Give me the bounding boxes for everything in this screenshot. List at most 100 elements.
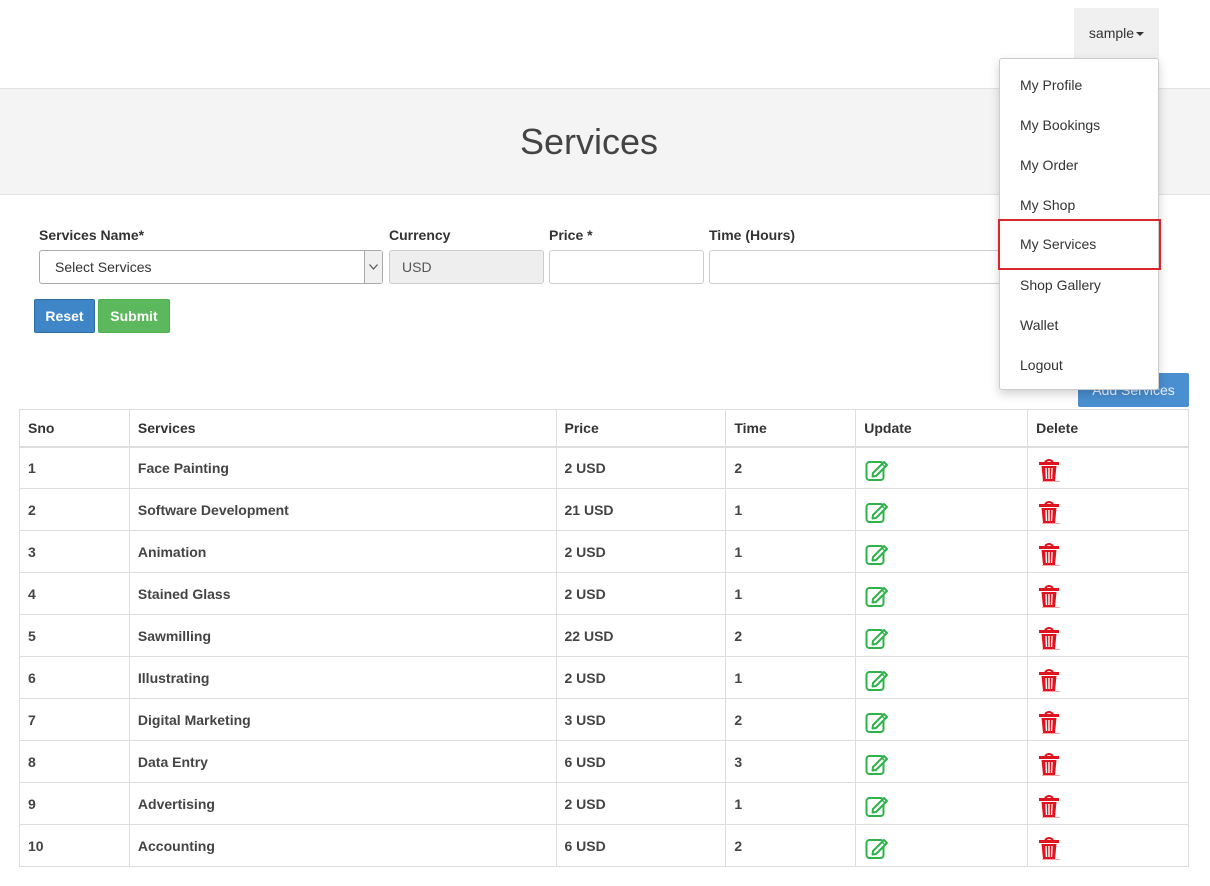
currency-label: Currency [389,227,451,243]
row-price: 6 USD [555,740,727,783]
time-field[interactable] [709,250,1009,284]
row-service-name: Face Painting [128,446,557,489]
menu-item-my-bookings[interactable]: My Bookings [1000,99,1158,139]
services-select-value: Select Services [55,259,152,275]
row-time: 1 [725,530,857,573]
edit-icon[interactable] [864,586,890,607]
edit-icon[interactable] [864,460,890,481]
trash-icon[interactable] [1036,500,1062,524]
edit-icon[interactable] [864,544,890,565]
menu-item-wallet[interactable]: Wallet [1000,299,1158,339]
row-service-name: Software Development [128,488,557,531]
row-service-name: Data Entry [128,740,557,783]
edit-icon[interactable] [864,754,890,775]
row-update-cell [855,614,1029,657]
services-name-label: Services Name* [39,227,145,243]
submit-button[interactable]: Submit [98,299,170,333]
row-time: 1 [725,488,857,531]
row-time: 1 [725,656,857,699]
row-service-name: Sawmilling [128,614,557,657]
row-time: 2 [725,614,857,657]
table-row: 10 Accounting 6 USD 2 [19,824,1189,867]
header-services: Services [128,409,557,448]
row-price: 21 USD [555,488,727,531]
trash-icon[interactable] [1036,542,1062,566]
menu-item-my-shop[interactable]: My Shop [1000,179,1158,219]
row-delete-cell [1027,656,1189,699]
time-label: Time (Hours) [709,227,796,243]
row-price: 2 USD [555,656,727,699]
edit-icon[interactable] [864,712,890,733]
menu-item-my-profile[interactable]: My Profile [1000,59,1158,99]
header-price: Price [555,409,727,448]
row-service-name: Digital Marketing [128,698,557,741]
menu-item-logout[interactable]: Logout [1000,339,1158,379]
row-price: 22 USD [555,614,727,657]
table-row: 2 Software Development 21 USD 1 [19,488,1189,531]
row-price: 2 USD [555,782,727,825]
row-delete-cell [1027,530,1189,573]
row-update-cell [855,530,1029,573]
row-service-name: Illustrating [128,656,557,699]
table-row: 5 Sawmilling 22 USD 2 [19,614,1189,657]
edit-icon[interactable] [864,502,890,523]
row-time: 3 [725,740,857,783]
caret-down-icon [1136,32,1145,36]
trash-icon[interactable] [1036,752,1062,776]
row-delete-cell [1027,572,1189,615]
table-row: 1 Face Painting 2 USD 2 [19,446,1189,489]
row-update-cell [855,572,1029,615]
row-service-name: Advertising [128,782,557,825]
services-table: Sno Services Price Time Update Delete 1F… [19,409,1189,867]
table-row: 9 Advertising 2 USD 1 [19,782,1189,825]
currency-field[interactable]: USD [389,250,544,284]
edit-icon[interactable] [864,670,890,691]
trash-icon[interactable] [1036,710,1062,734]
table-row: 3 Animation 2 USD 1 [19,530,1189,573]
table-row: 8 Data Entry 6 USD 3 [19,740,1189,783]
edit-icon[interactable] [864,628,890,649]
trash-icon[interactable] [1036,836,1062,860]
row-delete-cell [1027,614,1189,657]
edit-icon[interactable] [864,796,890,817]
header-time: Time [725,409,857,448]
row-time: 1 [725,782,857,825]
trash-icon[interactable] [1036,458,1062,482]
row-service-name: Accounting [128,824,557,867]
row-update-cell [855,782,1029,825]
row-sno: 7 [19,698,130,741]
row-update-cell [855,488,1029,531]
row-price: 2 USD [555,530,727,573]
table-row: 6 Illustrating 2 USD 1 [19,656,1189,699]
trash-icon[interactable] [1036,584,1062,608]
chevron-down-icon [364,251,382,283]
menu-item-shop-gallery[interactable]: Shop Gallery [1000,259,1158,299]
row-delete-cell [1027,824,1189,867]
table-row: 4 Stained Glass 2 USD 1 [19,572,1189,615]
row-service-name: Stained Glass [128,572,557,615]
price-label: Price * [549,227,593,243]
price-field[interactable] [549,250,704,284]
row-update-cell [855,698,1029,741]
menu-item-my-order[interactable]: My Order [1000,139,1158,179]
row-service-name: Animation [128,530,557,573]
row-sno: 10 [19,824,130,867]
trash-icon[interactable] [1036,626,1062,650]
username-label: sample [1088,25,1135,41]
reset-button[interactable]: Reset [34,299,95,333]
row-delete-cell [1027,698,1189,741]
row-delete-cell [1027,446,1189,489]
row-sno: 6 [19,656,130,699]
row-sno: 9 [19,782,130,825]
trash-icon[interactable] [1036,794,1062,818]
row-update-cell [855,824,1029,867]
services-select[interactable]: Select Services [39,250,383,284]
row-update-cell [855,446,1029,489]
row-delete-cell [1027,782,1189,825]
edit-icon[interactable] [864,838,890,859]
user-menu-toggle[interactable]: sample [1074,8,1159,58]
trash-icon[interactable] [1036,668,1062,692]
row-delete-cell [1027,740,1189,783]
row-time: 2 [725,824,857,867]
header-update: Update [855,409,1029,448]
